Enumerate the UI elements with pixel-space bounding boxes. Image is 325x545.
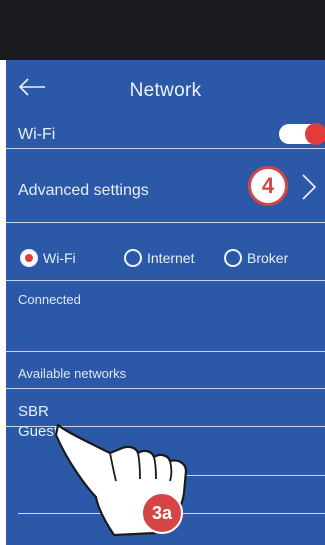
connected-section-label: Connected	[18, 292, 81, 307]
divider	[6, 148, 325, 149]
toggle-knob	[305, 123, 325, 145]
radio-label: Wi-Fi	[43, 250, 76, 266]
radio-internet[interactable]: Internet	[124, 245, 194, 271]
callout-badge-4: 4	[248, 166, 288, 206]
radio-label: Internet	[147, 250, 195, 266]
network-screen: Network Wi-Fi Advanced settings 4 Wi-Fi …	[6, 60, 325, 545]
wifi-toggle[interactable]	[279, 123, 325, 145]
status-bar	[0, 0, 325, 60]
divider	[6, 222, 325, 223]
divider	[6, 351, 325, 352]
radio-broker[interactable]: Broker	[224, 245, 288, 271]
app-frame: Network Wi-Fi Advanced settings 4 Wi-Fi …	[0, 0, 325, 545]
network-item-sbr[interactable]: SBR	[18, 403, 49, 420]
mode-radio-group: Wi-Fi Internet Broker	[6, 245, 325, 271]
radio-selected-icon	[20, 249, 38, 267]
callout-badge-3a: 3a	[151, 503, 173, 523]
available-networks-label: Available networks	[18, 366, 127, 381]
pointing-hand-icon	[54, 423, 188, 537]
radio-label: Broker	[247, 250, 289, 266]
page-title: Network	[129, 80, 202, 101]
wifi-label: Wi-Fi	[18, 126, 56, 143]
radio-unselected-icon	[124, 249, 142, 267]
divider	[6, 280, 325, 281]
radio-unselected-icon	[224, 249, 242, 267]
network-item-guest[interactable]: Guest	[18, 423, 58, 440]
divider	[6, 388, 325, 389]
advanced-settings-label[interactable]: Advanced settings	[18, 182, 149, 200]
chevron-right-icon[interactable]	[300, 173, 318, 201]
radio-wifi[interactable]: Wi-Fi	[20, 245, 76, 271]
